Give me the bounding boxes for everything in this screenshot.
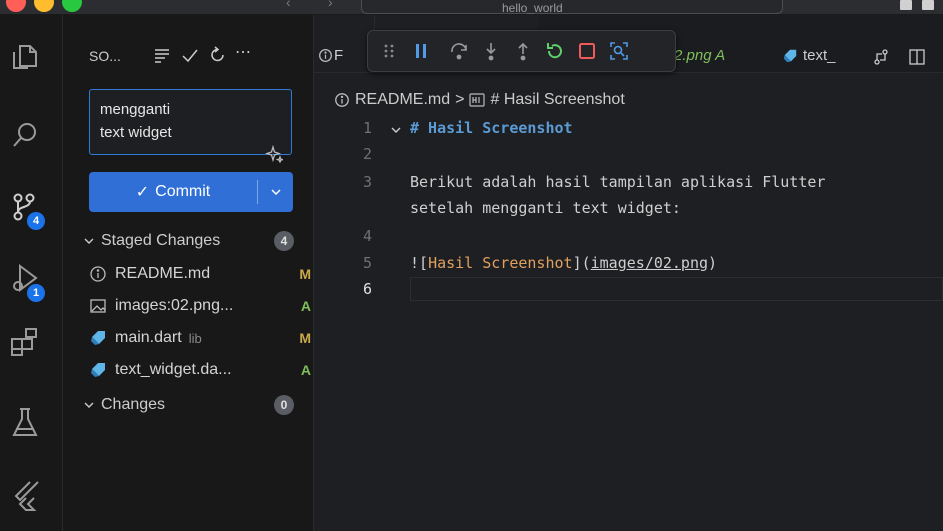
line-number: 5 bbox=[362, 254, 372, 272]
breadcrumb-separator: > bbox=[455, 91, 465, 108]
drag-handle-icon[interactable] bbox=[378, 40, 400, 62]
minimize-window-button[interactable] bbox=[34, 0, 54, 12]
run-debug-badge: 1 bbox=[27, 284, 45, 302]
window-title: hello_world bbox=[502, 1, 563, 15]
compare-changes-icon[interactable] bbox=[872, 48, 890, 66]
source-control-badge: 4 bbox=[27, 212, 45, 230]
staged-changes-label: Staged Changes bbox=[101, 232, 221, 249]
code-line: Berikut adalah hasil tampilan aplikasi F… bbox=[410, 173, 826, 191]
commit-button-label: Commit bbox=[155, 183, 211, 200]
extensions-icon[interactable] bbox=[8, 325, 42, 359]
commit-message-text: mengganti text widget bbox=[100, 101, 172, 141]
commit-check-icon[interactable] bbox=[181, 46, 199, 64]
file-name: images:02.png... bbox=[115, 297, 234, 314]
dart-icon bbox=[783, 49, 797, 63]
markdown-link-text: Hasil Screenshot bbox=[428, 254, 573, 272]
tab-label: text_ bbox=[803, 47, 836, 64]
tab-readme[interactable]: F bbox=[314, 15, 375, 72]
code-line: ![Hasil Screenshot](images/02.png) bbox=[410, 254, 718, 272]
commit-dropdown-button[interactable] bbox=[258, 172, 293, 212]
explorer-icon[interactable] bbox=[8, 40, 42, 74]
close-window-button[interactable] bbox=[6, 0, 26, 12]
commit-button[interactable]: ✓ Commit bbox=[89, 172, 257, 212]
testing-icon[interactable] bbox=[8, 405, 42, 439]
search-icon[interactable] bbox=[8, 118, 42, 152]
code-line: # Hasil Screenshot bbox=[410, 119, 573, 137]
restart-icon[interactable] bbox=[544, 40, 566, 62]
title-bar: ‹ › hello_world bbox=[0, 0, 943, 15]
file-status: M bbox=[299, 330, 311, 346]
tab-text-widget[interactable]: text_ bbox=[768, 15, 943, 72]
breadcrumb-symbol[interactable]: # Hasil Screenshot bbox=[490, 91, 624, 109]
image-file-icon bbox=[90, 299, 106, 313]
line-number: 6 bbox=[362, 280, 372, 298]
file-directory: lib bbox=[188, 330, 202, 346]
stop-icon[interactable] bbox=[576, 40, 598, 62]
pause-icon[interactable] bbox=[410, 40, 432, 62]
code-editor[interactable]: 1 # Hasil Screenshot 2 3 Berikut adalah … bbox=[314, 114, 943, 531]
tab-label: F bbox=[334, 47, 344, 64]
chevron-down-icon bbox=[84, 238, 94, 244]
panel-toggle-icon[interactable] bbox=[922, 0, 934, 10]
file-name: README.md bbox=[115, 265, 211, 282]
info-icon bbox=[335, 93, 349, 107]
heading-symbol-icon bbox=[469, 93, 486, 107]
staged-file-readme[interactable]: README.md M bbox=[89, 262, 311, 286]
line-number: 2 bbox=[362, 145, 372, 163]
file-status: A bbox=[300, 362, 311, 378]
chevron-down-icon bbox=[84, 402, 94, 408]
sidebar-title: SO... bbox=[89, 48, 121, 64]
current-line-highlight bbox=[410, 277, 943, 301]
changes-count-badge: 0 bbox=[274, 395, 294, 415]
flutter-icon[interactable] bbox=[8, 478, 42, 512]
layout-toggle-icon[interactable] bbox=[900, 0, 912, 10]
commit-message-input[interactable]: mengganti text widget bbox=[89, 89, 292, 163]
staged-file-text-widget[interactable]: text_widget.da... A bbox=[89, 358, 311, 382]
file-status: M bbox=[299, 266, 311, 282]
forward-arrow-icon[interactable]: › bbox=[328, 0, 333, 10]
line-number: 3 bbox=[362, 173, 372, 191]
inspect-widget-icon[interactable] bbox=[608, 40, 630, 62]
refresh-icon[interactable] bbox=[209, 46, 227, 64]
file-status: A bbox=[300, 298, 311, 314]
markdown-link-url: images/02.png bbox=[590, 254, 709, 272]
sparkle-icon[interactable] bbox=[265, 99, 283, 163]
step-into-icon[interactable] bbox=[480, 40, 502, 62]
changes-label: Changes bbox=[101, 396, 166, 413]
line-number: 1 bbox=[362, 119, 372, 137]
info-icon bbox=[319, 49, 332, 62]
file-name: main.dart bbox=[115, 329, 182, 346]
file-name: text_widget.da... bbox=[115, 361, 232, 378]
staged-file-main-dart[interactable]: main.dart lib M bbox=[89, 326, 311, 350]
more-actions-icon[interactable]: ⋯ bbox=[235, 45, 253, 64]
dart-icon bbox=[91, 363, 105, 377]
tab-label: 2.png A bbox=[674, 47, 726, 64]
debug-toolbar bbox=[367, 30, 676, 72]
step-out-icon[interactable] bbox=[512, 40, 534, 62]
split-editor-icon[interactable] bbox=[908, 48, 926, 66]
line-number: 4 bbox=[362, 227, 372, 245]
back-arrow-icon[interactable]: ‹ bbox=[286, 0, 291, 10]
activity-bar: 4 1 bbox=[0, 15, 63, 531]
step-over-icon[interactable] bbox=[448, 40, 470, 62]
source-control-sidebar: SO... ⋯ mengganti text widget ✓ Commit S… bbox=[63, 15, 314, 531]
command-center[interactable]: hello_world bbox=[361, 0, 783, 14]
breadcrumb: README.md > # Hasil Screenshot bbox=[334, 91, 625, 109]
check-icon: ✓ bbox=[135, 184, 150, 201]
code-line-wrapped: setelah mengganti text widget: bbox=[410, 199, 681, 217]
fold-chevron-icon[interactable] bbox=[390, 124, 402, 136]
zoom-window-button[interactable] bbox=[62, 0, 82, 12]
staged-file-image[interactable]: images:02.png... A bbox=[89, 294, 311, 318]
staged-count-badge: 4 bbox=[274, 231, 294, 251]
changes-header[interactable]: Changes bbox=[83, 393, 165, 417]
view-as-tree-icon[interactable] bbox=[153, 46, 171, 64]
breadcrumb-file[interactable]: README.md bbox=[355, 91, 450, 109]
chevron-down-icon bbox=[270, 189, 281, 196]
commit-button-group: ✓ Commit bbox=[89, 172, 293, 212]
dart-icon bbox=[91, 331, 105, 345]
info-icon bbox=[90, 266, 106, 282]
staged-changes-header[interactable]: Staged Changes bbox=[83, 229, 220, 253]
